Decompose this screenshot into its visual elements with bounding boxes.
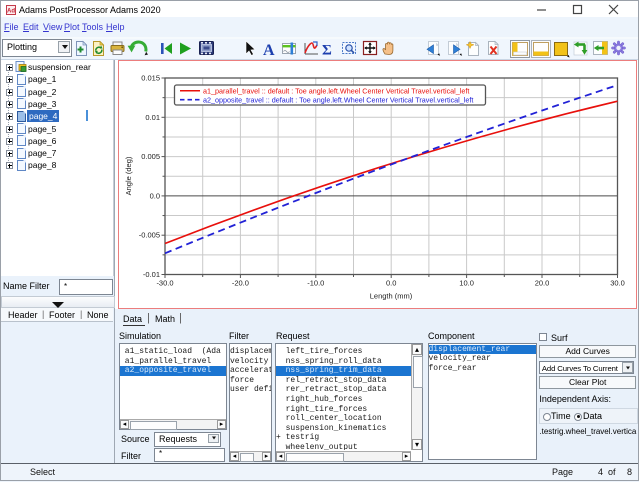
- svg-text:Σ: Σ: [322, 43, 332, 59]
- svg-text:-30.0: -30.0: [156, 279, 173, 288]
- svg-text:A: A: [263, 42, 275, 59]
- svg-text:0.0: 0.0: [150, 191, 160, 200]
- svg-text:0.015: 0.015: [141, 74, 160, 83]
- svg-text:0.01: 0.01: [145, 113, 160, 122]
- svg-text:30.0: 30.0: [610, 279, 625, 288]
- svg-text:a1_parallel_travel :: default: a1_parallel_travel :: default : Toe angl…: [203, 86, 469, 95]
- svg-text:Length (mm): Length (mm): [370, 292, 413, 301]
- svg-text:0.005: 0.005: [141, 152, 160, 161]
- svg-text:-20.0: -20.0: [232, 279, 249, 288]
- svg-text:20.0: 20.0: [535, 279, 550, 288]
- svg-text:-0.005: -0.005: [139, 231, 160, 240]
- svg-text:a2_opposite_travel :: default: a2_opposite_travel :: default : Toe angl…: [203, 95, 473, 104]
- svg-text:0.0: 0.0: [386, 279, 396, 288]
- svg-text:10.0: 10.0: [459, 279, 474, 288]
- svg-text:Ad: Ad: [7, 9, 15, 15]
- svg-text:-10.0: -10.0: [307, 279, 324, 288]
- svg-text:Angle (deg): Angle (deg): [124, 156, 133, 195]
